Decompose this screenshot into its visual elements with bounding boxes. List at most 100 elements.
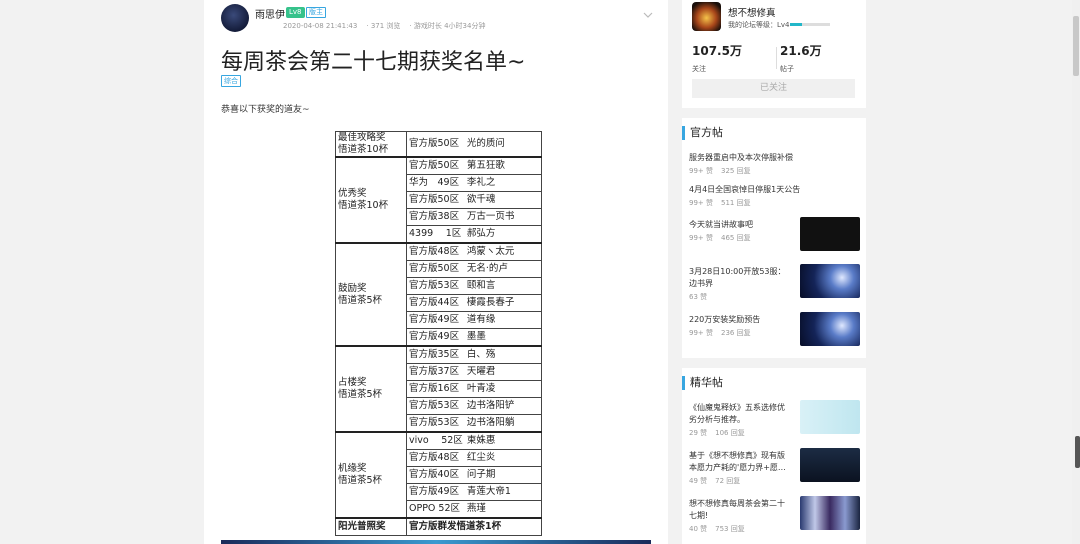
award-server: 官方版50区 (405, 260, 465, 278)
posts-stat: 21.6万 帖子 (780, 42, 822, 74)
category-tag[interactable]: 综合 (221, 75, 241, 87)
official-posts-card: 官方帖 服务器重启中及本次停服补偿 99+ 赞 325 回复 4月4日全国哀悼日停服1… (682, 118, 866, 358)
award-server: 官方版16区 (405, 380, 465, 398)
post-likes: 99+ 赞 (689, 199, 713, 207)
post-list-item[interactable]: 想不想修真每周茶会第二十七期! 40 赞 753 回复 (689, 496, 861, 534)
post-list-title[interactable]: 3月28日10:00开放53服：边书界 (689, 266, 789, 290)
post-panel: 雨思伊 Lv8 版主 2020-04-08 21:41:43 · 371 浏览 · … (204, 0, 668, 544)
award-server: 华为 49区 (405, 174, 465, 192)
chevron-down-icon[interactable] (643, 10, 653, 20)
official-heading: 官方帖 (682, 126, 723, 140)
award-server: 官方版53区 (405, 397, 465, 415)
followers-label: 关注 (692, 65, 706, 73)
award-server: 官方版53区 (405, 277, 465, 295)
award-winner: 天曜君 (464, 363, 542, 381)
award-winner: 李礼之 (464, 174, 542, 192)
award-winner: 问子期 (464, 466, 542, 484)
awards-table: 最佳攻略奖 悟道茶10杯 官方版50区 光的质问 优秀奖 悟道茶10杯 官方版50区 第五… (335, 131, 542, 536)
post-replies: 72 回复 (715, 477, 741, 485)
post-likes: 99+ 赞 (689, 329, 713, 337)
award-category: 鼓励奖 悟道茶5杯 (335, 242, 407, 347)
post-list-item[interactable]: 服务器重启中及本次停服补偿 99+ 赞 325 回复 (689, 152, 861, 176)
post-list-item[interactable]: 《仙魔鬼释妖》五系选修优劣分析与推荐。 29 赞 106 回复 (689, 400, 861, 438)
post-list-title[interactable]: 服务器重启中及本次停服补偿 (689, 152, 859, 164)
post-list-title[interactable]: 《仙魔鬼释妖》五系选修优劣分析与推荐。 (689, 402, 789, 426)
award-server: 官方版38区 (405, 208, 465, 226)
award-winner: 墨墨 (464, 328, 542, 347)
award-server: 官方版50区 (405, 131, 465, 158)
forum-card: 想不想修真 我的论坛等级：Lv4 107.5万 关注 21.6万 帖子 已关注 (682, 0, 866, 108)
post-list-item[interactable]: 3月28日10:00开放53服：边书界 63 赞 (689, 264, 861, 302)
author-name[interactable]: 雨思伊 (255, 6, 285, 21)
post-intro: 恭喜以下获奖的道友~ (221, 105, 310, 115)
post-replies: 325 回复 (721, 167, 751, 175)
post-list-title[interactable]: 220万安装奖励预告 (689, 314, 789, 326)
post-list-item[interactable]: 基于《想不想修真》现有版本愿力产耗的'愿力界+愿… 49 赞 72 回复 (689, 448, 861, 486)
award-server: 官方版50区 (405, 191, 465, 209)
post-list-item[interactable]: 220万安装奖励预告 99+ 赞 236 回复 (689, 312, 861, 346)
embedded-image (221, 540, 651, 544)
award-winner: 道有缘 (464, 311, 542, 329)
post-replies: 511 回复 (721, 199, 751, 207)
award-server: 官方版50区 (405, 156, 465, 175)
award-winner: 鸿蒙ヽ太元 (464, 242, 542, 261)
post-replies: 465 回复 (721, 234, 751, 242)
post-likes: 49 赞 (689, 477, 708, 485)
featured-posts-card: 精华帖 《仙魔鬼释妖》五系选修优劣分析与推荐。 29 赞 106 回复 基于《想不想修… (682, 368, 866, 544)
award-winner: 白、殇 (464, 345, 542, 364)
award-winner: 欲千魂 (464, 191, 542, 209)
post-thumbnail[interactable] (800, 448, 860, 482)
post-likes: 29 赞 (689, 429, 708, 437)
award-winner: 边书洛阳铲 (464, 397, 542, 415)
award-winner: 颐和言 (464, 277, 542, 295)
award-category: 最佳攻略奖 悟道茶10杯 (335, 131, 407, 158)
post-list-title[interactable]: 基于《想不想修真》现有版本愿力产耗的'愿力界+愿… (689, 450, 789, 474)
award-winner: 燕瑾 (464, 500, 542, 519)
award-winner: 万古一页书 (464, 208, 542, 226)
award-row: 阳光普照奖 官方版群发悟道茶1杯 (335, 517, 542, 536)
posts-label: 帖子 (780, 65, 794, 73)
featured-heading: 精华帖 (682, 376, 723, 390)
award-server: 官方版48区 (405, 449, 465, 467)
award-row: 机缘奖 悟道茶5杯 vivo 52区 柬姝惠 (335, 431, 542, 519)
award-server: 官方版37区 (405, 363, 465, 381)
award-server: 官方版40区 (405, 466, 465, 484)
award-server: 官方版49区 (405, 328, 465, 347)
award-category: 占楼奖 悟道茶5杯 (335, 345, 407, 433)
award-server: 官方版35区 (405, 345, 465, 364)
post-list-title[interactable]: 今天就当讲故事吧 (689, 219, 789, 231)
post-list-title[interactable]: 4月4日全国哀悼日停服1天公告 (689, 184, 859, 196)
award-winner: 无名·的卢 (464, 260, 542, 278)
post-list-item[interactable]: 4月4日全国哀悼日停服1天公告 99+ 赞 511 回复 (689, 184, 861, 208)
post-list-item[interactable]: 今天就当讲故事吧 99+ 赞 465 回复 (689, 217, 861, 251)
forum-level: 我的论坛等级：Lv4 (728, 21, 790, 29)
post-likes: 63 赞 (689, 293, 708, 301)
award-winner: 边书洛阳躺 (464, 414, 542, 433)
side-handle[interactable] (1075, 436, 1080, 468)
post-thumbnail[interactable] (800, 264, 860, 298)
view-count: 371 浏览 (370, 22, 401, 30)
follow-button[interactable]: 已关注 (692, 79, 855, 98)
post-datetime: 2020-04-08 21:41:43 (283, 22, 358, 30)
post-likes: 40 赞 (689, 525, 708, 533)
award-winner: 青莲大帝1 (464, 483, 542, 501)
moderator-badge: 版主 (306, 7, 326, 18)
forum-icon[interactable] (692, 2, 721, 31)
game-time: 游戏时长 4小时34分钟 (413, 22, 486, 30)
award-server: 官方版53区 (405, 414, 465, 433)
forum-name[interactable]: 想不想修真 (728, 5, 776, 19)
award-winner: 第五狂歌 (464, 156, 542, 175)
award-winner: 柬姝惠 (464, 431, 542, 450)
award-winner: 红尘炎 (464, 449, 542, 467)
post-likes: 99+ 赞 (689, 167, 713, 175)
post-thumbnail[interactable] (800, 312, 860, 346)
author-avatar[interactable] (221, 4, 249, 32)
post-thumbnail[interactable] (800, 400, 860, 434)
post-list-title[interactable]: 想不想修真每周茶会第二十七期! (689, 498, 789, 522)
scrollbar-thumb[interactable] (1073, 16, 1079, 76)
post-thumbnail[interactable] (800, 217, 860, 251)
post-thumbnail[interactable] (800, 496, 860, 530)
award-server: 4399 1区 (405, 225, 465, 244)
post-list-meta: 99+ 赞 325 回复 (689, 166, 861, 176)
award-category: 机缘奖 悟道茶5杯 (335, 431, 407, 519)
